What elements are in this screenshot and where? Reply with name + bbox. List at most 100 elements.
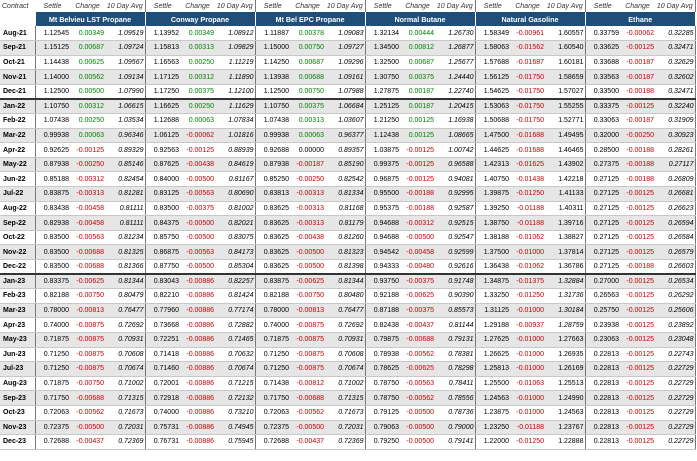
settle-cell: 0.99938 (254, 128, 290, 144)
avg-cell: 1.11219 (215, 55, 256, 71)
settle-cell: 0.78000 (254, 303, 290, 319)
table-row: Dec-23 0.72688 -0.00437 0.72369 0.76731 -0.00… (0, 434, 696, 450)
avg-cell: 0.72369 (325, 434, 366, 450)
settle-cell: 0.85750 (144, 230, 180, 246)
change-cell: -0.01000 (510, 303, 545, 319)
table-row: Dec-22 0.83500 -0.00688 0.81366 0.87750 -0.00… (0, 259, 696, 276)
contract-cell: Dec-23 (0, 434, 36, 450)
change-cell: -0.00886 (180, 420, 215, 436)
settle-cell: 0.22813 (584, 390, 620, 406)
settle-cell: 0.99938 (34, 128, 70, 144)
contract-cell: Feb-23 (0, 288, 36, 304)
settle-cell: 0.75731 (144, 420, 180, 436)
avg-cell: 0.23048 (655, 332, 696, 348)
settle-cell: 1.56125 (474, 69, 510, 85)
avg-cell: 1.42218 (545, 171, 586, 188)
change-cell: -0.00562 (70, 405, 105, 421)
change-cell: -0.01688 (510, 142, 545, 158)
change-cell: -0.00125 (620, 215, 655, 231)
table-row: Nov-23 0.72375 -0.00500 0.72031 0.75731 -0.00… (0, 420, 696, 436)
change-cell: -0.00500 (180, 171, 215, 188)
change-cell: 0.00349 (70, 26, 105, 42)
change-cell: 0.00444 (400, 26, 435, 42)
contract-cell: Sep-21 (0, 40, 36, 56)
header-settle: Settle (365, 0, 400, 12)
header-avg: 10 Day Avg (325, 0, 366, 12)
settle-cell: 1.31125 (474, 303, 510, 319)
change-cell: -0.01375 (510, 274, 545, 290)
settle-cell: 0.27125 (584, 259, 620, 276)
settle-cell: 0.72001 (144, 376, 180, 392)
avg-cell: 1.09724 (105, 40, 146, 56)
table-row: Sep-22 0.82938 -0.00458 0.81111 0.84375 -0.00… (0, 215, 696, 231)
change-cell: -0.00886 (180, 390, 215, 406)
settle-cell: 0.82188 (34, 288, 70, 304)
settle-cell: 1.10750 (34, 98, 70, 115)
change-cell: -0.01188 (510, 420, 545, 436)
change-cell: -0.01000 (510, 361, 545, 377)
header-change: Change (510, 0, 545, 12)
avg-cell: 0.89357 (325, 142, 366, 158)
avg-cell: 0.81179 (325, 215, 366, 231)
table-row: Jan-22 1.10750 0.00312 1.06615 1.16625 0.0025… (0, 98, 696, 115)
settle-cell: 1.32500 (364, 55, 400, 71)
table-row: Dec-21 1.12500 0.00500 1.07990 1.17250 0.0037… (0, 84, 696, 100)
settle-cell: 0.83625 (254, 201, 290, 217)
change-cell: 0.00349 (180, 26, 215, 42)
avg-cell: 0.26623 (655, 201, 696, 217)
settle-cell: 1.50688 (474, 113, 510, 129)
change-cell: 0.00250 (70, 113, 105, 129)
settle-cell: 0.87938 (34, 157, 70, 173)
settle-cell: 1.16625 (144, 98, 180, 115)
settle-cell: 0.72251 (144, 332, 180, 348)
contract-cell: Nov-21 (0, 69, 36, 85)
change-cell: -0.00886 (180, 347, 215, 363)
change-cell: 0.00187 (400, 84, 435, 100)
avg-cell: 1.22888 (545, 434, 586, 450)
change-cell: -0.00062 (180, 128, 215, 144)
settle-cell: 0.71750 (254, 390, 290, 406)
change-cell: -0.00125 (620, 361, 655, 377)
product-header: Conway Propane (144, 12, 255, 26)
change-cell: -0.00500 (290, 259, 325, 276)
settle-cell: 0.22813 (584, 434, 620, 450)
settlement-table: Contract Settle Change 10 Day Avg Settle Cha… (0, 0, 696, 450)
change-cell: -0.00188 (620, 142, 655, 158)
avg-cell: 0.72369 (105, 434, 146, 450)
avg-cell: 0.71315 (105, 390, 146, 406)
contract-cell: Dec-22 (0, 259, 36, 276)
avg-cell: 0.70674 (325, 361, 366, 377)
change-cell: -0.00125 (400, 157, 435, 173)
settle-cell: 0.76731 (144, 434, 180, 450)
change-cell: -0.00062 (620, 26, 655, 42)
change-cell: -0.00688 (70, 259, 105, 276)
avg-cell: 1.01816 (215, 128, 256, 144)
change-cell: -0.00886 (180, 405, 215, 421)
avg-cell: 0.71002 (325, 376, 366, 392)
column-header-row: Contract Settle Change 10 Day Avg Settle Cha… (0, 0, 696, 12)
avg-cell: 1.36786 (545, 259, 586, 276)
avg-cell: 0.81334 (325, 186, 366, 202)
settle-cell: 0.22813 (584, 361, 620, 377)
avg-cell: 1.58659 (545, 69, 586, 85)
avg-cell: 1.07988 (325, 84, 366, 100)
avg-cell: 1.37814 (545, 244, 586, 260)
change-cell: -0.00875 (70, 317, 105, 333)
settle-cell: 0.86875 (144, 244, 180, 260)
settle-cell: 1.14438 (34, 55, 70, 71)
change-cell: -0.00886 (180, 317, 215, 333)
change-cell: 0.00378 (290, 26, 325, 42)
contract-cell: Aug-21 (0, 26, 36, 42)
settle-cell: 0.83875 (34, 186, 70, 202)
settle-cell: 1.13938 (254, 69, 290, 85)
settle-cell: 1.58349 (474, 26, 510, 42)
change-cell: -0.01625 (510, 157, 545, 173)
contract-cell: Dec-21 (0, 84, 36, 100)
change-cell: -0.01750 (510, 84, 545, 100)
change-cell: -0.00250 (70, 157, 105, 173)
change-cell: 0.00125 (400, 113, 435, 129)
settle-cell: 1.06125 (144, 128, 180, 144)
avg-cell: 0.27117 (655, 157, 696, 173)
avg-cell: 0.91748 (435, 274, 476, 290)
avg-cell: 0.77174 (215, 303, 256, 319)
